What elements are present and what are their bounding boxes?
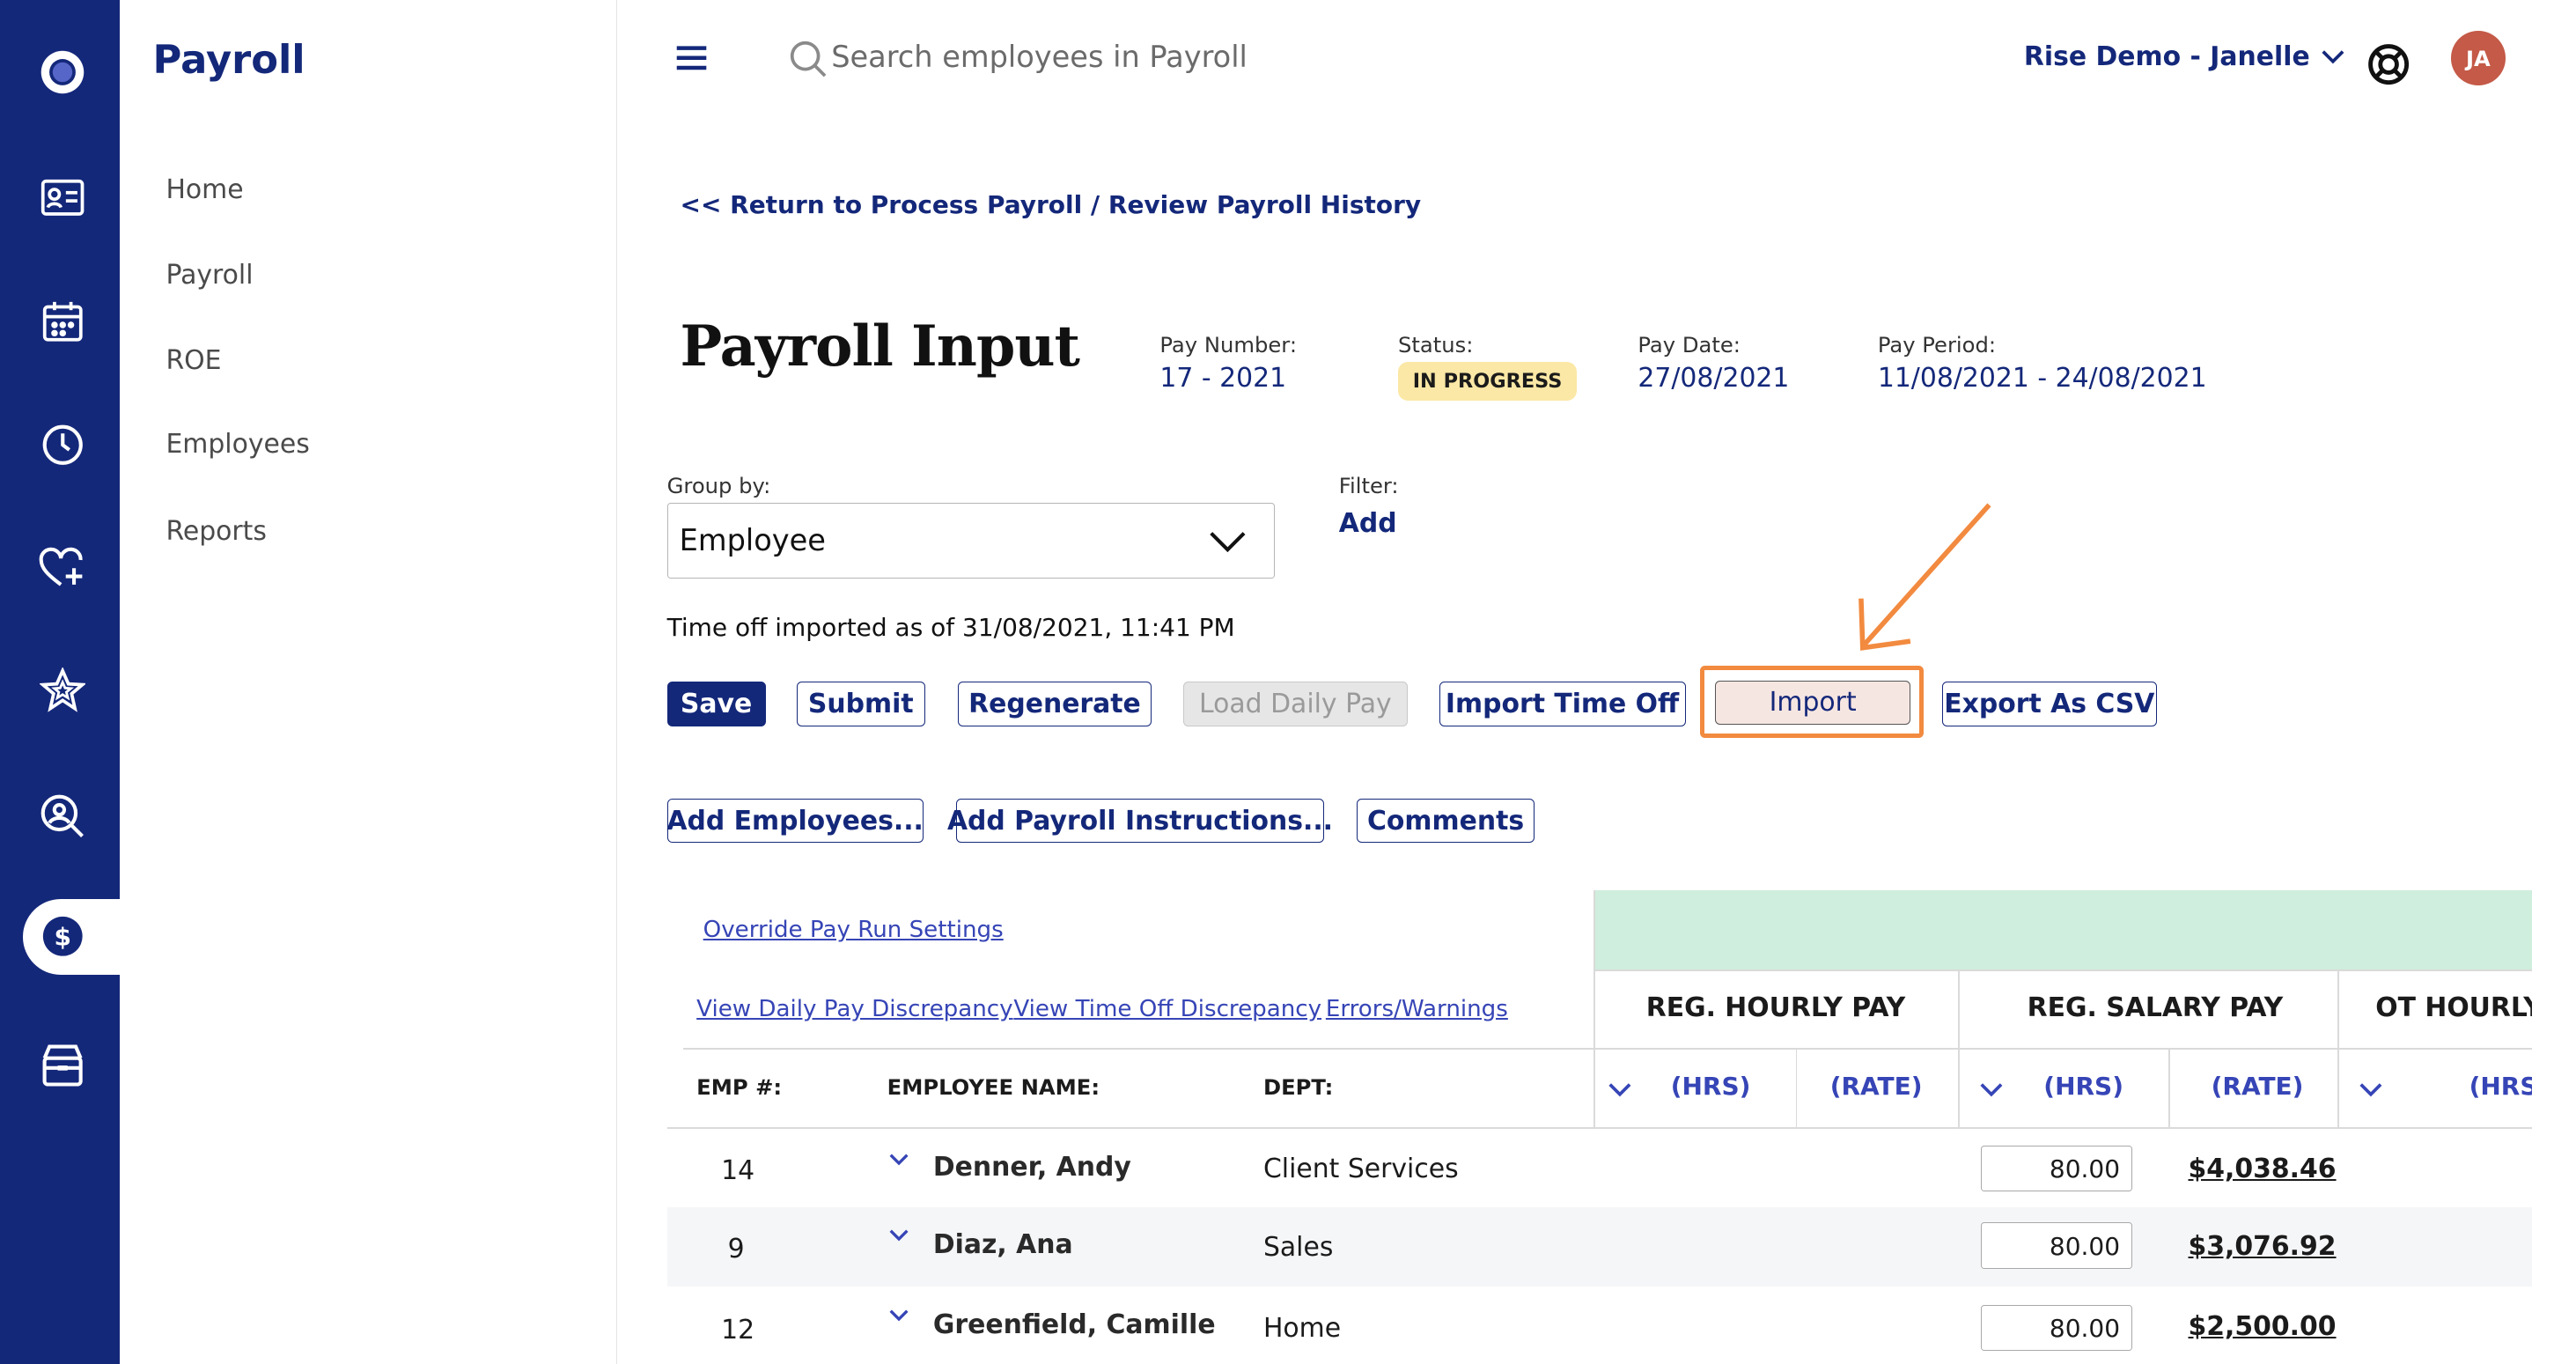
table-header-band xyxy=(1593,890,2532,970)
star-icon[interactable] xyxy=(30,657,96,723)
pay-period-value: 11/08/2021 - 24/08/2021 xyxy=(1877,363,2207,394)
sidebar-item-payroll[interactable]: Payroll xyxy=(166,260,253,291)
table-row[interactable]: 14 Denner, Andy Client Services 80.00 $4… xyxy=(666,1128,2532,1208)
sidebar-brand: Payroll xyxy=(152,36,305,84)
breadcrumb[interactable]: << Return to Process Payroll / Review Pa… xyxy=(681,190,1422,219)
reg-salary-hrs-header: (HRS) xyxy=(2043,1071,2124,1101)
add-employees-button[interactable]: Add Employees... xyxy=(666,798,924,844)
salary-rate-link[interactable]: $4,038.46 xyxy=(2189,1154,2337,1184)
company-name: Rise Demo - Janelle xyxy=(2023,41,2310,72)
grid-line xyxy=(1593,969,2532,971)
sidebar-item-reports[interactable]: Reports xyxy=(166,516,266,547)
employee-dept: Home xyxy=(1262,1312,1342,1344)
header-dept[interactable]: DEPT: xyxy=(1263,1074,1333,1100)
employee-name[interactable]: Greenfield, Camille xyxy=(933,1309,1216,1340)
annotation-arrow-icon xyxy=(1858,502,1991,651)
group-by-label: Group by: xyxy=(666,473,771,499)
app-root: $ Payroll Home Payroll ROE Employees Rep… xyxy=(0,0,2576,1364)
employee-name[interactable]: Denner, Andy xyxy=(933,1152,1131,1183)
pay-period-label: Pay Period: xyxy=(1877,331,1997,358)
id-card-icon[interactable] xyxy=(30,165,96,231)
salary-hours-input[interactable]: 80.00 xyxy=(1981,1222,2133,1269)
app-logo-icon[interactable] xyxy=(30,40,96,106)
group-by-value: Employee xyxy=(679,523,826,558)
emp-number: 9 xyxy=(727,1234,745,1265)
chevron-down-icon[interactable] xyxy=(1978,1080,2005,1099)
save-button[interactable]: Save xyxy=(666,682,766,726)
errors-warnings-link[interactable]: Errors/Warnings xyxy=(1326,996,1508,1022)
chevron-down-icon[interactable] xyxy=(1607,1080,1633,1099)
table-row[interactable]: 12 Greenfield, Camille Home 80.00 $2,500… xyxy=(666,1287,2532,1364)
status-label: Status: xyxy=(1397,331,1474,358)
clock-icon[interactable] xyxy=(30,412,96,478)
hamburger-menu-icon[interactable] xyxy=(673,43,710,80)
sidebar: Payroll Home Payroll ROE Employees Repor… xyxy=(120,0,617,1364)
view-daily-pay-discrepancy-link[interactable]: View Daily Pay Discrepancy xyxy=(696,996,1012,1022)
dollar-circle-icon[interactable]: $ xyxy=(30,903,96,970)
status-badge: IN PROGRESS xyxy=(1397,361,1578,402)
col-group-reg-hourly: REG. HOURLY PAY xyxy=(1645,992,1906,1024)
filter-label: Filter: xyxy=(1338,473,1399,499)
reg-hourly-hrs-header: (HRS) xyxy=(1670,1071,1751,1101)
search-person-icon[interactable] xyxy=(30,784,96,850)
heart-plus-icon[interactable] xyxy=(30,535,96,601)
payroll-table: Override Pay Run Settings View Daily Pay… xyxy=(666,890,2532,1364)
table-row[interactable]: 9 Diaz, Ana Sales 80.00 $3,076.92 xyxy=(666,1207,2532,1287)
chevron-down-icon[interactable] xyxy=(887,1152,910,1169)
col-group-reg-salary: REG. SALARY PAY xyxy=(2027,992,2284,1024)
grid-line xyxy=(683,1048,2532,1051)
submit-button[interactable]: Submit xyxy=(797,682,925,726)
calendar-icon[interactable] xyxy=(30,289,96,355)
sidebar-item-employees[interactable]: Employees xyxy=(166,429,309,460)
user-avatar[interactable]: JA xyxy=(2451,31,2506,86)
sidebar-item-roe[interactable]: ROE xyxy=(166,345,221,376)
search-input[interactable] xyxy=(831,39,1373,74)
add-payroll-instructions-button[interactable]: Add Payroll Instructions... xyxy=(947,798,1333,844)
employee-dept: Sales xyxy=(1262,1232,1334,1264)
import-button[interactable]: Import xyxy=(1715,680,1911,725)
search-icon xyxy=(789,40,828,86)
chevron-down-icon xyxy=(1210,532,1246,553)
salary-rate-link[interactable]: $2,500.00 xyxy=(2189,1311,2337,1342)
company-switcher[interactable]: Rise Demo - Janelle xyxy=(2024,41,2346,72)
page-title: Payroll Input xyxy=(680,312,1080,379)
export-csv-button[interactable]: Export As CSV xyxy=(1941,682,2158,726)
header-employee-name[interactable]: EMPLOYEE NAME: xyxy=(887,1074,1100,1100)
view-time-off-discrepancy-link[interactable]: View Time Off Discrepancy xyxy=(1013,996,1321,1022)
sidebar-item-home[interactable]: Home xyxy=(166,174,243,205)
regenerate-button[interactable]: Regenerate xyxy=(957,682,1152,726)
salary-hours-input[interactable]: 80.00 xyxy=(1981,1304,2133,1351)
chevron-down-icon[interactable] xyxy=(2358,1080,2384,1099)
salary-rate-link[interactable]: $3,076.92 xyxy=(2189,1231,2337,1262)
import-time-off-button[interactable]: Import Time Off xyxy=(1439,682,1686,726)
chevron-down-icon[interactable] xyxy=(887,1228,910,1244)
salary-hours-input[interactable]: 80.00 xyxy=(1981,1145,2133,1191)
filter-add-link[interactable]: Add xyxy=(1339,508,1397,539)
help-lifebuoy-icon[interactable] xyxy=(2366,41,2411,94)
employee-name[interactable]: Diaz, Ana xyxy=(933,1229,1073,1260)
timeoff-import-note: Time off imported as of 31/08/2021, 11:4… xyxy=(666,613,1235,643)
load-daily-pay-button[interactable]: Load Daily Pay xyxy=(1182,682,1409,726)
employee-dept: Client Services xyxy=(1262,1153,1459,1184)
reg-hourly-rate-header: (RATE) xyxy=(1829,1071,1923,1101)
pay-number-label: Pay Number: xyxy=(1159,331,1298,358)
header-emp[interactable]: EMP #: xyxy=(696,1074,782,1100)
svg-text:$: $ xyxy=(54,923,70,952)
override-pay-run-settings-link[interactable]: Override Pay Run Settings xyxy=(703,917,1004,943)
pay-date-value: 27/08/2021 xyxy=(1638,363,1790,394)
pay-date-label: Pay Date: xyxy=(1638,331,1741,358)
col-group-ot-hourly: OT HOURLY xyxy=(2375,992,2532,1024)
icon-rail: $ xyxy=(0,0,121,1364)
ot-hourly-hrs-header: (HRS) xyxy=(2469,1071,2532,1101)
emp-number: 12 xyxy=(721,1314,755,1346)
emp-number: 14 xyxy=(721,1154,755,1186)
reg-salary-rate-header: (RATE) xyxy=(2211,1071,2304,1101)
group-by-select[interactable]: Employee xyxy=(666,502,1275,579)
gift-box-icon[interactable] xyxy=(30,1032,96,1098)
comments-button[interactable]: Comments xyxy=(1357,798,1535,844)
chevron-down-icon[interactable] xyxy=(887,1308,910,1324)
pay-number-value: 17 - 2021 xyxy=(1159,363,1287,394)
chevron-down-icon xyxy=(2322,50,2344,64)
